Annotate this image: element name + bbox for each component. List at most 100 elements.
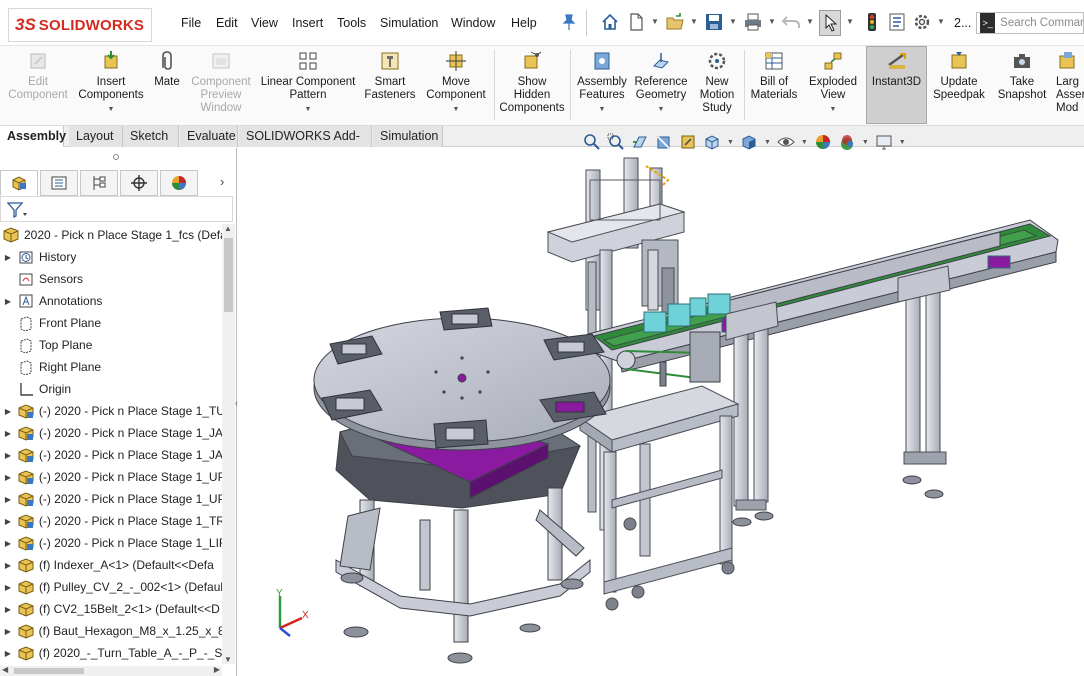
chevron-down-icon[interactable]: ▼	[599, 103, 606, 116]
home-icon[interactable]	[600, 12, 620, 32]
large-assembly-mode-button[interactable]: Larg Asser Mod	[1056, 50, 1084, 115]
expand-arrow-icon[interactable]: ▶	[4, 495, 12, 504]
tab-simulation[interactable]: Simulation	[373, 126, 443, 147]
tab-assembly[interactable]: Assembly	[0, 126, 66, 147]
scroll-right-icon[interactable]: ▶	[214, 665, 220, 674]
chevron-down-icon[interactable]: ▼	[727, 139, 734, 146]
menu-simulation[interactable]: Simulation	[380, 16, 438, 30]
pick-and-place-assembly-model[interactable]	[238, 148, 1084, 676]
undo-icon[interactable]	[781, 12, 801, 32]
chevron-down-icon[interactable]: ▼	[729, 17, 737, 26]
scroll-left-icon[interactable]: ◀	[2, 665, 8, 674]
file-properties-icon[interactable]	[887, 12, 907, 32]
expand-arrow-icon[interactable]: ▶	[4, 583, 12, 592]
chevron-down-icon[interactable]: ▼	[108, 103, 115, 116]
tab-feature-manager[interactable]	[0, 170, 38, 196]
tree-item[interactable]: Front Plane	[0, 312, 222, 334]
menu-file[interactable]: File	[181, 16, 201, 30]
open-folder-icon[interactable]	[665, 12, 685, 32]
search-commands-box[interactable]: >_ Search Commands	[976, 12, 1084, 34]
tree-vertical-scrollbar[interactable]: ▲ ▼	[222, 224, 235, 664]
expand-arrow-icon[interactable]: ▶	[4, 539, 12, 548]
chevron-down-icon[interactable]: ▼	[899, 139, 906, 146]
tree-item[interactable]: ▶ (-) 2020 - Pick n Place Stage 1_UP	[0, 488, 222, 510]
bill-of-materials-button[interactable]: Bill of Materials	[748, 50, 800, 102]
chevron-down-icon[interactable]: ▼	[806, 17, 814, 26]
tree-item[interactable]: ▶ (-) 2020 - Pick n Place Stage 1_LIF	[0, 532, 222, 554]
chevron-down-icon[interactable]: ▼	[830, 103, 837, 116]
tab-evaluate[interactable]: Evaluate	[180, 126, 238, 147]
print-icon[interactable]	[743, 12, 763, 32]
scrollbar-thumb[interactable]	[224, 238, 233, 312]
chevron-down-icon[interactable]: ▼	[453, 103, 460, 116]
chevron-down-icon[interactable]: ▼	[801, 139, 808, 146]
smart-fasteners-button[interactable]: Smart Fasteners	[362, 50, 418, 102]
instant3d-button[interactable]: Instant3D	[866, 50, 927, 89]
new-motion-study-button[interactable]: New Motion Study	[694, 50, 740, 115]
menu-tools[interactable]: Tools	[337, 16, 366, 30]
expand-arrow-icon[interactable]: ▶	[4, 517, 12, 526]
tab-property-manager[interactable]	[40, 170, 78, 196]
new-document-icon[interactable]	[626, 12, 646, 32]
rebuild-traffic-light-icon[interactable]	[862, 12, 882, 32]
expand-arrow-icon[interactable]: ▶	[4, 473, 12, 482]
tree-item[interactable]: ▶ Annotations	[0, 290, 222, 312]
tree-item[interactable]: ▶ (f) 2020_-_Turn_Table_A_-_P_-_Se	[0, 642, 222, 664]
take-snapshot-button[interactable]: Take Snapshot	[994, 50, 1050, 102]
chevron-right-icon[interactable]: ›	[220, 174, 224, 189]
mate-button[interactable]: Mate	[150, 50, 184, 89]
tab-configuration-manager[interactable]	[80, 170, 118, 196]
tree-horizontal-scrollbar[interactable]: ◀ ▶	[0, 665, 222, 676]
tree-item[interactable]: ▶ (-) 2020 - Pick n Place Stage 1_TR	[0, 510, 222, 532]
edit-component-button[interactable]: Edit Component	[6, 50, 70, 102]
expand-arrow-icon[interactable]: ▶	[4, 253, 12, 262]
expand-arrow-icon[interactable]: ▶	[4, 649, 12, 658]
select-tool-button[interactable]	[819, 10, 841, 36]
chevron-down-icon[interactable]: ▼	[690, 17, 698, 26]
toolbar-overflow-counter[interactable]: 2...	[954, 16, 971, 30]
show-hidden-components-button[interactable]: Show Hidden Components	[498, 50, 566, 115]
chevron-down-icon[interactable]: ▼	[768, 17, 776, 26]
tree-filter-bar[interactable]	[0, 196, 233, 222]
expand-arrow-icon[interactable]: ▶	[4, 297, 12, 306]
tree-item[interactable]: Sensors	[0, 268, 222, 290]
tree-item[interactable]: ▶ (f) CV2_15Belt_2<1> (Default<<D	[0, 598, 222, 620]
chevron-down-icon[interactable]: ▼	[305, 103, 312, 116]
scroll-down-icon[interactable]: ▼	[224, 655, 232, 664]
update-speedpak-button[interactable]: Update Speedpak	[930, 50, 988, 102]
tree-item[interactable]: Right Plane	[0, 356, 222, 378]
tree-item[interactable]: ▶ (f) Indexer_A<1> (Default<<Defa	[0, 554, 222, 576]
exploded-view-button[interactable]: Exploded View ▼	[804, 50, 862, 116]
menu-insert[interactable]: Insert	[292, 16, 323, 30]
tab-dimxpert-manager[interactable]	[120, 170, 158, 196]
tree-item[interactable]: ▶ (f) Baut_Hexagon_M8_x_1.25_x_80	[0, 620, 222, 642]
gear-icon[interactable]	[912, 12, 932, 32]
chevron-down-icon[interactable]: ▼	[937, 17, 945, 26]
chevron-down-icon[interactable]: ▼	[862, 139, 869, 146]
chevron-down-icon[interactable]: ▼	[846, 17, 854, 26]
linear-component-pattern-button[interactable]: Linear Component Pattern ▼	[258, 50, 358, 116]
chevron-down-icon[interactable]: ▼	[651, 17, 659, 26]
menu-help[interactable]: Help	[511, 16, 537, 30]
tab-display-manager[interactable]	[160, 170, 198, 196]
assembly-features-button[interactable]: Assembly Features ▼	[574, 50, 630, 116]
menu-window[interactable]: Window	[451, 16, 495, 30]
pin-icon[interactable]	[559, 12, 579, 32]
tab-layout[interactable]: Layout	[69, 126, 123, 147]
reference-geometry-button[interactable]: Reference Geometry ▼	[632, 50, 690, 116]
tree-item[interactable]: ▶ (-) 2020 - Pick n Place Stage 1_JA	[0, 422, 222, 444]
tree-item[interactable]: ▶ (-) 2020 - Pick n Place Stage 1_JA	[0, 444, 222, 466]
tree-root-assembly[interactable]: 2020 - Pick n Place Stage 1_fcs (Default…	[0, 224, 222, 246]
chevron-down-icon[interactable]: ▼	[658, 103, 665, 116]
panel-splitter-handle[interactable]	[113, 154, 119, 160]
insert-components-button[interactable]: Insert Components ▼	[76, 50, 146, 116]
tree-item[interactable]: Origin	[0, 378, 222, 400]
expand-arrow-icon[interactable]: ▶	[4, 627, 12, 636]
tree-item[interactable]: Top Plane	[0, 334, 222, 356]
component-preview-window-button[interactable]: Component Preview Window	[186, 50, 256, 115]
tree-item[interactable]: ▶ History	[0, 246, 222, 268]
chevron-down-icon[interactable]: ▼	[764, 139, 771, 146]
scroll-up-icon[interactable]: ▲	[224, 224, 232, 233]
expand-arrow-icon[interactable]: ▶	[4, 407, 12, 416]
tab-sketch[interactable]: Sketch	[123, 126, 179, 147]
